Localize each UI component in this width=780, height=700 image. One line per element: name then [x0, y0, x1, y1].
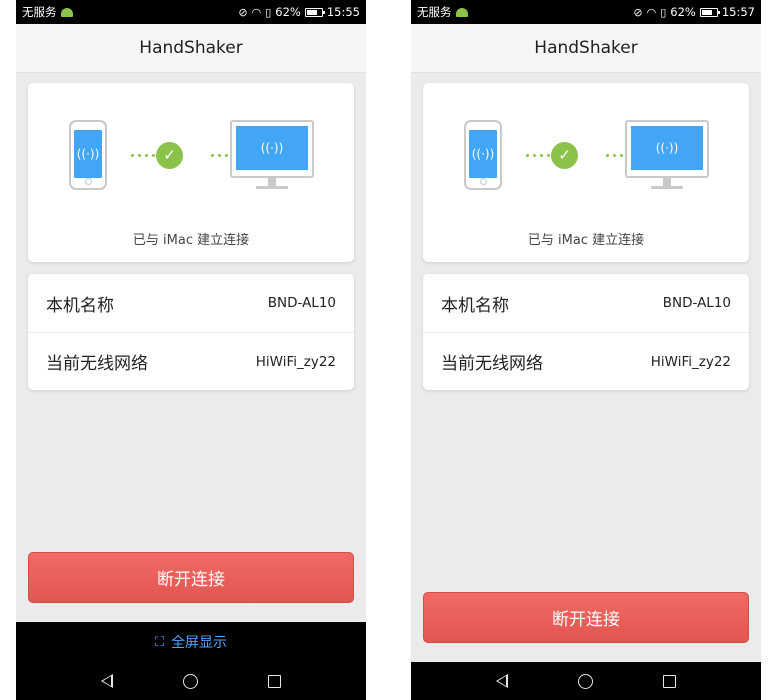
disconnect-button[interactable]: 断开连接: [423, 592, 749, 643]
device-name-value: BND-AL10: [267, 295, 336, 311]
device-name-value: BND-AL10: [662, 295, 731, 311]
fullscreen-button[interactable]: ⛶ 全屏显示: [16, 622, 366, 662]
phone-device-icon: ((·)): [69, 120, 107, 190]
android-icon: [60, 7, 73, 17]
battery-percent: 62%: [275, 5, 301, 19]
wifi-icon: ◠: [646, 5, 657, 19]
app-title: HandShaker: [16, 24, 366, 73]
recent-apps-icon[interactable]: [268, 674, 281, 688]
phone-device-icon: ((·)): [464, 120, 502, 190]
device-name-label: 本机名称: [441, 295, 509, 316]
back-icon[interactable]: [496, 674, 508, 688]
wifi-network-value: HiWiFi_zy22: [255, 353, 336, 370]
recent-apps-icon[interactable]: [663, 674, 676, 688]
disconnect-button[interactable]: 断开连接: [28, 552, 354, 603]
device-info-card: 本机名称 BND-AL10 当前无线网络 HiWiFi_zy22: [28, 274, 354, 390]
connection-dots: [131, 154, 155, 158]
wifi-network-label: 当前无线网络: [46, 354, 148, 374]
mute-icon: ⊘: [633, 5, 643, 19]
wifi-network-row: 当前无线网络 HiWiFi_zy22: [28, 332, 354, 390]
android-icon: [455, 7, 468, 17]
wifi-icon: ((·)): [655, 141, 679, 155]
connection-illustration: ((·)) ✓ ((·)): [423, 120, 749, 192]
sim-icon: ▯: [660, 5, 667, 19]
connection-status-text: 已与 iMac 建立连接: [527, 233, 645, 248]
back-icon[interactable]: [101, 674, 113, 688]
wifi-icon: ((·)): [260, 141, 284, 155]
connection-dots: [526, 154, 550, 158]
status-bar: 无服务 ⊘ ◠ ▯ 62% 15:55: [16, 0, 366, 24]
wifi-network-row: 当前无线网络 HiWiFi_zy22: [423, 332, 749, 390]
wifi-network-value: HiWiFi_zy22: [650, 353, 731, 370]
navigation-bar: [411, 662, 761, 700]
status-bar: 无服务 ⊘ ◠ ▯ 62% 15:57: [411, 0, 761, 24]
screenshot-canvas: 无服务 ⊘ ◠ ▯ 62% 15:55 HandShaker ((·)) ✓ (…: [0, 0, 780, 700]
device-name-label: 本机名称: [46, 295, 114, 316]
clock: 15:57: [721, 5, 755, 19]
fullscreen-icon: ⛶: [154, 634, 165, 650]
phone-screen-left: 无服务 ⊘ ◠ ▯ 62% 15:55 HandShaker ((·)) ✓ (…: [16, 0, 366, 700]
app-title: HandShaker: [411, 24, 761, 73]
fullscreen-label: 全屏显示: [171, 635, 228, 651]
sim-icon: ▯: [265, 5, 272, 19]
connection-status-text: 已与 iMac 建立连接: [132, 233, 250, 248]
wifi-network-label: 当前无线网络: [441, 354, 543, 374]
wifi-icon: ((·)): [471, 147, 495, 161]
device-name-row: 本机名称 BND-AL10: [28, 274, 354, 332]
carrier-text: 无服务: [22, 5, 57, 19]
carrier-text: 无服务: [417, 5, 452, 19]
check-icon: ✓: [551, 142, 578, 169]
connection-illustration: ((·)) ✓ ((·)): [28, 120, 354, 192]
navigation-bar: [16, 662, 366, 700]
check-icon: ✓: [156, 142, 183, 169]
device-info-card: 本机名称 BND-AL10 当前无线网络 HiWiFi_zy22: [423, 274, 749, 390]
clock: 15:55: [326, 5, 360, 19]
device-name-row: 本机名称 BND-AL10: [423, 274, 749, 332]
monitor-device-icon: ((·)): [625, 120, 709, 192]
mute-icon: ⊘: [238, 5, 248, 19]
battery-percent: 62%: [670, 5, 696, 19]
battery-icon: [699, 7, 720, 17]
wifi-icon: ◠: [251, 5, 262, 19]
battery-icon: [304, 7, 325, 17]
home-icon[interactable]: [183, 673, 198, 689]
home-icon[interactable]: [578, 673, 593, 689]
phone-screen-right: 无服务 ⊘ ◠ ▯ 62% 15:57 HandShaker ((·)) ✓ (…: [411, 0, 761, 700]
wifi-icon: ((·)): [76, 147, 100, 161]
connection-status-card: ((·)) ✓ ((·)) 已与 iMac 建立连接: [423, 83, 749, 262]
connection-status-card: ((·)) ✓ ((·)) 已与 iMac 建立连接: [28, 83, 354, 262]
monitor-device-icon: ((·)): [230, 120, 314, 192]
